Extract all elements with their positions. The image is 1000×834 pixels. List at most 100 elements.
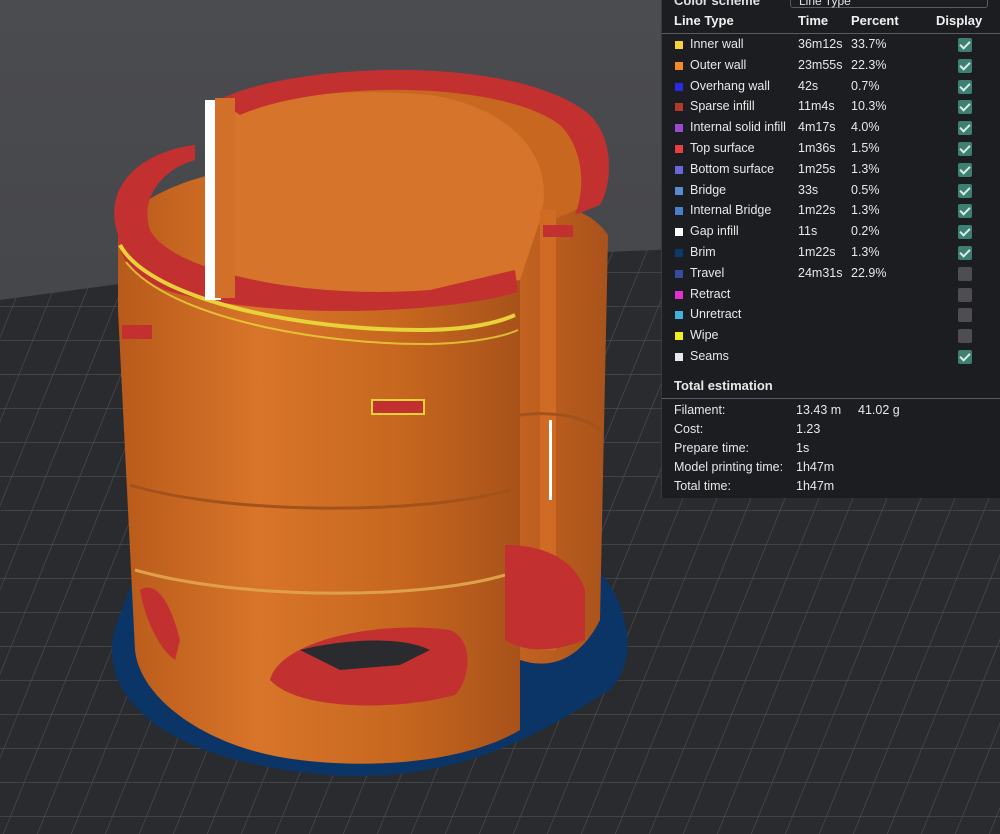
display-checkbox[interactable] [958,38,972,52]
stat-total-time: Total time: 1h47m [662,477,1000,496]
line-type-time: 23m55s [798,57,843,72]
display-checkbox[interactable] [958,100,972,115]
stat-prepare-time: Prepare time: 1s [662,439,1000,458]
line-type-row[interactable]: Brim 1m22s 1.3% [662,243,1000,264]
line-type-row[interactable]: Gap infill 11s 0.2% [662,222,1000,243]
filament-weight: 41.02 g [858,403,900,417]
line-type-row[interactable]: Outer wall 23m55s 22.3% [662,56,1000,77]
display-checkbox[interactable] [958,225,972,240]
display-checkbox[interactable] [958,204,972,219]
color-swatch-icon [675,61,683,70]
color-swatch-icon [675,145,683,153]
line-type-row[interactable]: Travel 24m31s 22.9% [662,264,1000,285]
line-type-percent: 4.0% [851,120,880,135]
line-type-row[interactable]: Sparse infill 11m4s 10.3% [662,97,1000,118]
line-type-name: Outer wall [690,57,747,72]
line-type-percent: 1.5% [851,141,880,155]
color-swatch-icon [675,311,683,320]
model-printing-time-value: 1h47m [796,460,835,474]
total-divider [662,398,1000,399]
line-type-name: Retract [690,286,731,301]
line-type-percent: 33.7% [851,37,887,51]
color-swatch-icon [675,186,683,195]
line-type-row[interactable]: Internal solid infill 4m17s 4.0% [662,118,1000,139]
line-type-percent: 1.3% [851,245,880,259]
line-type-row[interactable]: Bridge 33s 0.5% [662,181,1000,202]
stat-filament: Filament: 13.43 m 41.02 g [662,401,1000,420]
header-time: Time [798,13,829,28]
stat-model-printing-time: Model printing time: 1h47m [662,458,1000,477]
color-swatch-icon [675,269,683,278]
color-swatch-icon [675,82,683,91]
display-checkbox[interactable] [958,142,972,156]
line-type-row[interactable]: Top surface 1m36s 1.5% [662,139,1000,160]
line-type-time: 1m25s [798,161,836,176]
line-type-percent: 1.3% [851,203,880,218]
line-type-row[interactable]: Unretract [662,305,1000,326]
line-type-time: 42s [798,78,819,93]
display-checkbox[interactable] [958,287,972,302]
filament-label: Filament: [674,403,726,417]
stat-cost: Cost: 1.23 [662,420,1000,439]
color-swatch-icon [675,165,683,174]
line-type-percent: 0.2% [851,224,880,239]
color-swatch-icon [675,290,683,299]
display-checkbox[interactable] [958,162,972,177]
display-checkbox[interactable] [958,79,972,94]
prepare-time-value: 1s [796,441,810,455]
display-checkbox[interactable] [958,246,972,260]
filament-length: 13.43 m [796,403,842,417]
color-scheme-dropdown[interactable]: Line Type [790,0,988,8]
line-type-percent: 22.3% [851,57,887,72]
color-swatch-icon [675,249,683,257]
color-swatch-icon [675,353,683,361]
line-type-name: Brim [690,245,716,259]
legend-panel: Color scheme Line Type Line Type Time Pe… [661,0,1000,498]
line-type-percent: 1.3% [851,161,880,176]
line-type-percent: 22.9% [851,265,887,280]
line-type-row[interactable]: Inner wall 36m12s 33.7% [662,35,1000,56]
line-type-row[interactable]: Internal Bridge 1m22s 1.3% [662,201,1000,222]
line-type-percent: 0.7% [851,78,880,93]
color-swatch-icon [675,41,683,49]
display-checkbox[interactable] [958,58,972,73]
cost-label: Cost: [674,422,704,436]
line-type-time: 4m17s [798,120,836,135]
line-type-name: Bridge [690,182,727,197]
display-checkbox[interactable] [958,350,972,364]
display-checkbox[interactable] [958,121,972,136]
color-swatch-icon [675,124,683,133]
display-checkbox[interactable] [958,183,972,198]
line-type-name: Travel [690,265,725,280]
line-type-name: Inner wall [690,37,744,51]
line-type-row[interactable]: Wipe [662,326,1000,347]
header-divider [662,33,1000,34]
display-checkbox[interactable] [958,308,972,323]
line-type-time: 1m36s [798,141,836,155]
line-type-time: 11m4s [798,99,835,114]
model-printing-time-label: Model printing time: [674,460,784,474]
line-type-name: Seams [690,349,729,363]
display-checkbox[interactable] [958,266,972,281]
color-swatch-icon [675,228,683,237]
line-type-row[interactable]: Retract [662,285,1000,306]
line-type-name: Internal Bridge [690,203,772,218]
color-swatch-icon [675,207,683,216]
line-type-row[interactable]: Overhang wall 42s 0.7% [662,77,1000,98]
line-type-time: 24m31s [798,265,843,280]
line-type-name: Top surface [690,141,755,155]
line-type-name: Internal solid infill [690,120,786,135]
line-type-time: 33s [798,182,819,197]
line-type-row[interactable]: Bottom surface 1m25s 1.3% [662,160,1000,181]
header-line-type: Line Type [674,13,734,28]
line-type-name: Gap infill [690,224,739,239]
line-type-percent: 10.3% [851,99,887,114]
header-percent: Percent [851,13,899,28]
total-time-value: 1h47m [796,479,835,493]
total-time-label: Total time: [674,479,731,493]
display-checkbox[interactable] [958,329,972,344]
color-scheme-label: Color scheme [674,0,760,8]
line-type-name: Bottom surface [690,161,775,176]
line-type-row[interactable]: Seams [662,347,1000,368]
color-swatch-icon [675,103,683,112]
